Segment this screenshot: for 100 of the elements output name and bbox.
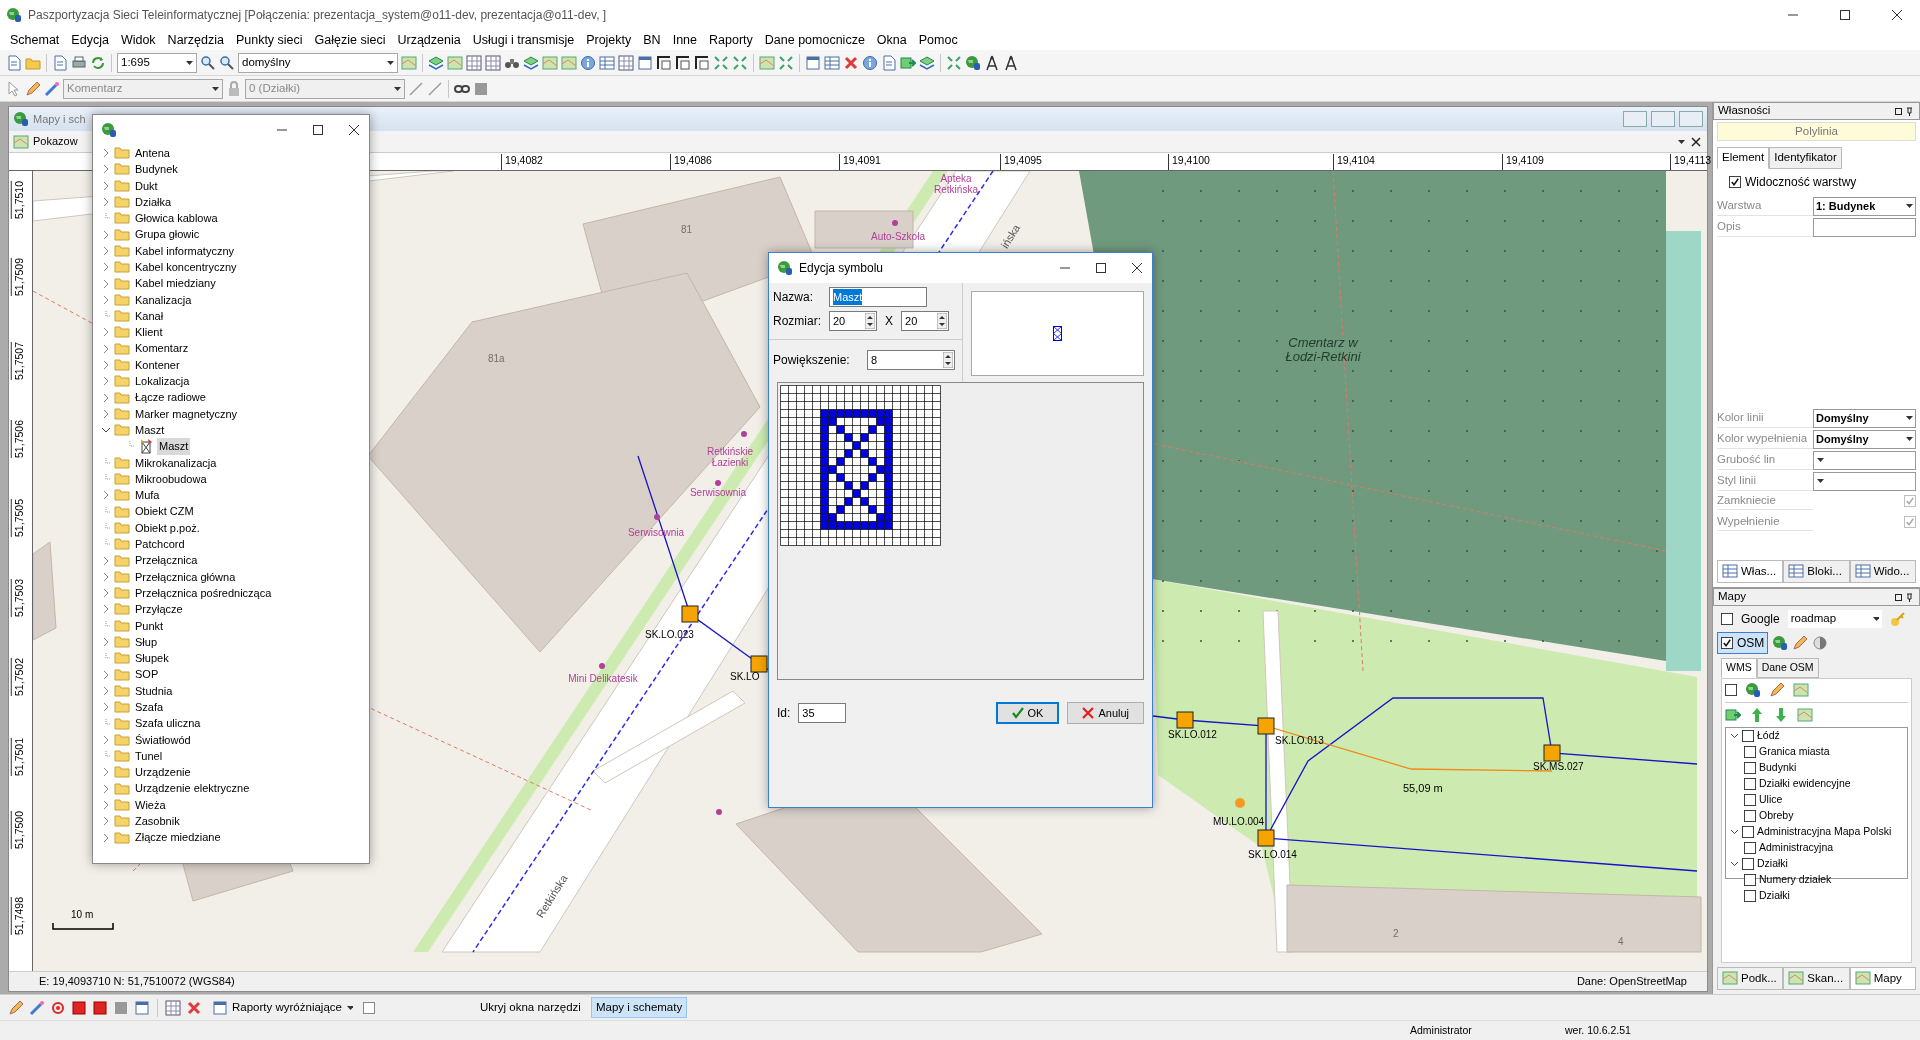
menu-item[interactable]: Pomoc — [912, 30, 964, 50]
tree-item[interactable]: Szafa — [133, 699, 166, 716]
tree-item[interactable]: Przełącznica główna — [133, 568, 238, 586]
map-icon[interactable] — [1793, 681, 1809, 698]
tree-item[interactable]: Kabel informatyczny — [133, 242, 237, 260]
tree-item[interactable]: SOP — [133, 666, 161, 683]
map-icon[interactable] — [561, 54, 577, 71]
close-icon[interactable] — [348, 125, 360, 135]
square-icon[interactable] — [71, 999, 87, 1016]
tree-item[interactable]: Urządzenie elektryczne — [133, 780, 252, 797]
maximize-icon[interactable] — [312, 125, 324, 135]
line-icon[interactable] — [408, 80, 424, 97]
close-icon[interactable] — [1131, 263, 1143, 273]
map-icon[interactable] — [447, 54, 463, 71]
tree-item[interactable]: Słup — [133, 633, 160, 651]
checkbox[interactable] — [1744, 777, 1756, 790]
arrows-icon[interactable] — [778, 54, 794, 71]
tree-item[interactable]: Światłowód — [133, 731, 193, 749]
wand-icon[interactable] — [29, 999, 45, 1016]
grid-icon[interactable] — [618, 54, 634, 71]
square-icon[interactable] — [92, 999, 108, 1016]
table-icon[interactable] — [824, 54, 840, 71]
tree-item[interactable]: Dukt — [133, 177, 160, 194]
tree-item[interactable]: Obiekt CZM — [133, 503, 196, 520]
checkbox[interactable] — [1744, 809, 1756, 822]
tree-item[interactable]: Kanał — [133, 307, 166, 325]
frame-icon[interactable] — [694, 54, 710, 71]
zoom-icon[interactable] — [219, 54, 235, 71]
taskbar-button[interactable]: Mapy i schematy — [590, 996, 688, 1019]
pencil-icon[interactable] — [1769, 681, 1785, 698]
tree-item[interactable]: Kontener — [133, 356, 182, 374]
line-icon[interactable] — [427, 80, 443, 97]
menu-item[interactable]: Narzędzia — [161, 30, 230, 50]
tree-item[interactable]: Szafa uliczna — [133, 715, 203, 732]
checkbox[interactable] — [1742, 857, 1754, 870]
tree-item[interactable]: Przyłącze — [133, 601, 185, 618]
tree-item[interactable]: Przełącznica pośrednicząca — [133, 584, 274, 602]
globe-icon[interactable] — [1745, 681, 1761, 698]
table-icon[interactable] — [599, 54, 615, 71]
pin-icon[interactable] — [1895, 592, 1915, 602]
checkbox[interactable] — [1742, 825, 1754, 838]
document-icon[interactable] — [881, 54, 897, 71]
checkbox[interactable] — [1904, 495, 1916, 507]
map-icon[interactable] — [759, 54, 775, 71]
dropdown[interactable] — [1813, 471, 1916, 491]
tree-item[interactable]: Łącze radiowe — [133, 389, 208, 406]
spin-arrows-icon[interactable] — [943, 352, 953, 368]
delete-icon[interactable] — [186, 999, 202, 1016]
checkbox[interactable] — [1744, 841, 1756, 854]
tree-item[interactable]: Słupek — [133, 650, 171, 667]
refresh-icon[interactable] — [90, 54, 106, 71]
frame-icon[interactable] — [656, 54, 672, 71]
panel-tab[interactable]: WMS — [1721, 658, 1757, 678]
export-icon[interactable] — [900, 54, 916, 71]
tree-item[interactable]: Złącze miedziane — [133, 829, 223, 846]
tree-item[interactable]: Zasobnik — [133, 813, 182, 830]
globe-icon[interactable] — [965, 54, 981, 71]
tree-item[interactable]: Mikrokanalizacja — [133, 454, 219, 472]
osm-toggle[interactable]: OSM — [1717, 632, 1769, 654]
arrows-icon[interactable] — [732, 54, 748, 71]
zoom-spinner[interactable]: 8 — [867, 350, 955, 370]
printer-icon[interactable] — [71, 54, 87, 71]
tree-item[interactable]: Maszt — [157, 438, 191, 455]
checkbox[interactable] — [1742, 729, 1754, 742]
tree-item[interactable]: Mufa — [133, 487, 162, 504]
compass-icon[interactable] — [1003, 54, 1019, 71]
info-icon[interactable] — [580, 54, 596, 71]
document-icon[interactable] — [6, 54, 22, 71]
tree-item[interactable]: Marker magnetyczny — [133, 405, 240, 423]
tree-item[interactable]: Maszt — [133, 421, 167, 439]
show-button[interactable]: Pokazow — [13, 133, 78, 150]
dropdown[interactable]: 1: Budynek — [1813, 196, 1916, 216]
compass-icon[interactable] — [984, 54, 1000, 71]
reports-dropdown[interactable]: Raporty wyróżniające — [207, 996, 358, 1019]
text-field[interactable] — [1813, 217, 1916, 237]
wand-icon[interactable] — [44, 80, 60, 97]
globe-icon[interactable] — [1772, 635, 1789, 651]
tree-item[interactable]: Kanalizacja — [133, 291, 194, 309]
spin-arrows-icon[interactable] — [865, 313, 875, 329]
report-icon[interactable] — [134, 999, 150, 1016]
panel-tab[interactable]: Bloki... — [1783, 559, 1850, 583]
tree-item[interactable]: Patchcord — [133, 536, 187, 553]
square-icon[interactable] — [362, 1001, 375, 1014]
taskbar-button[interactable]: Ukryj okna narzędzi — [474, 996, 586, 1019]
report-icon[interactable] — [805, 54, 821, 71]
tree-item[interactable]: Punkt — [133, 617, 166, 634]
menu-item[interactable]: BN — [637, 30, 667, 50]
frame-icon[interactable] — [675, 54, 691, 71]
checkbox[interactable] — [1904, 516, 1916, 528]
layers-icon[interactable] — [919, 54, 935, 71]
pencil-icon[interactable] — [8, 999, 24, 1016]
tree-item[interactable]: Komentarz — [133, 340, 191, 357]
info-icon[interactable] — [862, 54, 878, 71]
tree-item[interactable]: Obiekt p.poż. — [133, 519, 202, 537]
key-icon[interactable] — [1889, 611, 1906, 627]
width-spinner[interactable]: 20 — [829, 311, 877, 331]
panel-tab[interactable]: Skan... — [1783, 966, 1850, 990]
tree-item[interactable]: Mikroobudowa — [133, 470, 209, 488]
down-arrow-icon[interactable] — [1773, 706, 1789, 723]
cancel-button[interactable]: Anuluj — [1067, 702, 1144, 724]
